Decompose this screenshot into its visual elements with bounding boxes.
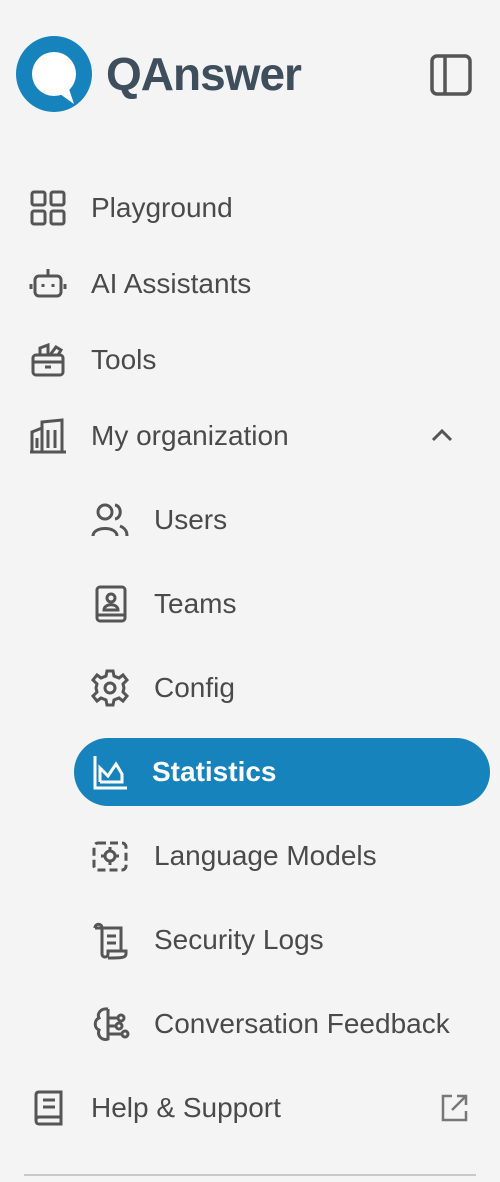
robot-icon: [26, 262, 70, 306]
sidebar-toggle-icon[interactable]: [428, 52, 474, 98]
brand-name: QAnswer: [106, 48, 302, 100]
contact-book-icon: [88, 582, 132, 626]
nav-label-ai-assistants: AI Assistants: [91, 268, 252, 299]
nav-item-teams[interactable]: Teams: [88, 572, 488, 636]
nav-label-security-logs: Security Logs: [154, 924, 324, 955]
nav-label-teams: Teams: [154, 588, 237, 619]
nav-item-my-organization[interactable]: My organization: [26, 404, 486, 468]
nav-label-statistics: Statistics: [152, 756, 277, 787]
nav-label-users: Users: [154, 504, 228, 535]
nav-label-my-organization: My organization: [91, 420, 289, 451]
scroll-icon: [88, 918, 132, 962]
grid-icon: [26, 186, 70, 230]
external-link-icon: [441, 1094, 468, 1122]
nav-item-security-logs[interactable]: Security Logs: [88, 908, 488, 972]
nav-item-conversation-feedback[interactable]: Conversation Feedback: [88, 992, 488, 1056]
nav-label-help-support: Help & Support: [91, 1092, 281, 1123]
cpu-icon: [88, 834, 132, 878]
book-icon: [26, 1086, 70, 1130]
nav-item-users[interactable]: Users: [88, 488, 488, 552]
nav-label-tools: Tools: [91, 344, 157, 375]
chevron-up-icon[interactable]: [424, 418, 460, 454]
nav-label-language-models: Language Models: [154, 840, 377, 871]
nav-item-statistics[interactable]: Statistics: [74, 738, 490, 806]
nav-label-playground: Playground: [91, 192, 233, 223]
chart-icon: [88, 750, 132, 794]
users-icon: [88, 498, 132, 542]
toolbox-icon: [26, 338, 70, 382]
qanswer-logo-icon: [16, 36, 92, 112]
nav-item-language-models[interactable]: Language Models: [88, 824, 488, 888]
nav-item-playground[interactable]: Playground: [26, 176, 486, 240]
nav-item-config[interactable]: Config: [88, 656, 488, 720]
gear-icon: [88, 666, 132, 710]
nav-label-config: Config: [154, 672, 235, 703]
nav-item-tools[interactable]: Tools: [26, 328, 486, 392]
bottom-divider: [24, 1174, 476, 1176]
nav-item-ai-assistants[interactable]: AI Assistants: [26, 252, 486, 316]
sidebar-header: QAnswer: [0, 0, 500, 150]
nav-label-conversation-feedback: Conversation Feedback: [154, 1008, 450, 1039]
building-icon: [26, 414, 70, 458]
brain-icon: [88, 1002, 132, 1046]
nav-item-help-support[interactable]: Help & Support: [26, 1076, 486, 1140]
